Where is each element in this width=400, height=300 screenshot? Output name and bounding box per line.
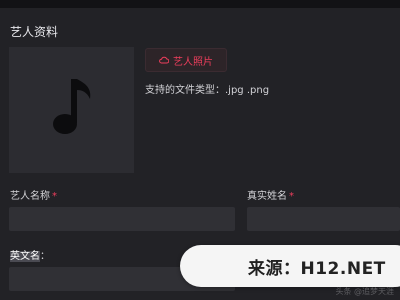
required-mark: * — [289, 191, 294, 202]
real-name-input[interactable] — [247, 207, 400, 231]
real-name-label-text: 真实姓名 — [247, 191, 287, 202]
artist-name-input[interactable] — [9, 207, 235, 231]
english-name-label-text: 英文名 — [10, 251, 40, 262]
artist-name-label: 艺人名称 * — [10, 190, 57, 204]
artist-cover-placeholder[interactable] — [9, 47, 134, 173]
file-type-hint: 支持的文件类型：.jpg .png — [145, 85, 270, 96]
artist-profile-form: 艺人资料 艺人照片 支持的文件类型：.jpg .png 艺人名称 * 真实姓名 * … — [0, 0, 400, 300]
upload-cloud-icon — [159, 56, 169, 64]
credit-watermark: 头条 @追梦天涯 — [335, 287, 394, 296]
section-title: 艺人资料 — [10, 25, 59, 39]
top-bar — [0, 0, 400, 8]
music-note-icon — [53, 79, 91, 134]
english-name-colon: ： — [40, 251, 50, 262]
watermark-badge: 来源：H12.NET — [180, 245, 400, 287]
required-mark: * — [52, 191, 57, 202]
english-name-label: 英文名： — [10, 250, 50, 264]
real-name-label: 真实姓名 * — [247, 190, 294, 204]
upload-photo-label: 艺人照片 — [173, 56, 213, 68]
upload-photo-button[interactable]: 艺人照片 — [145, 48, 227, 72]
artist-name-label-text: 艺人名称 — [10, 191, 50, 202]
